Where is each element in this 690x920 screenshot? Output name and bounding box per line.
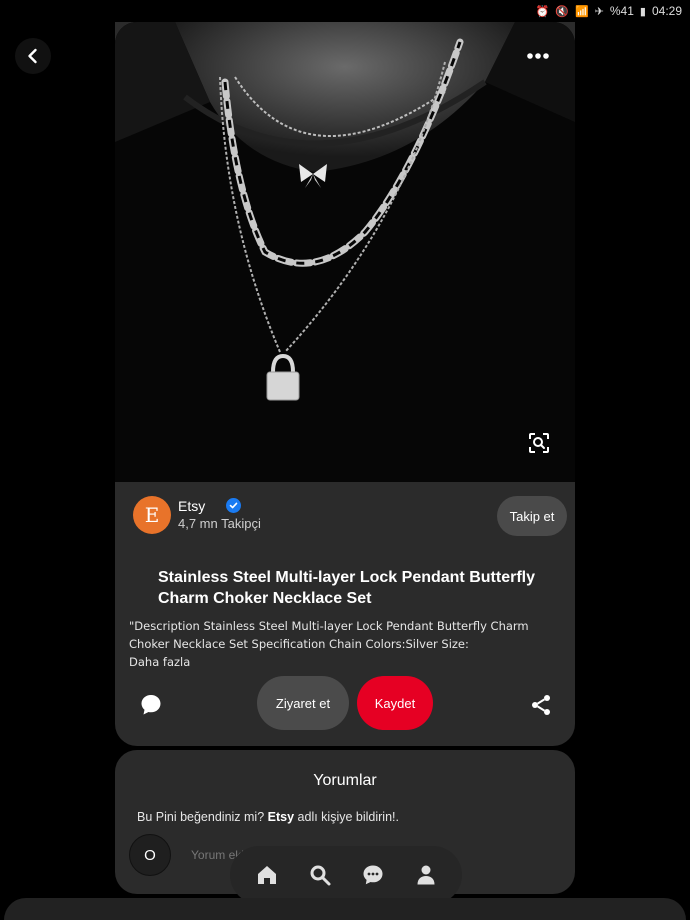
verified-icon — [226, 498, 241, 513]
more-options-button[interactable] — [520, 38, 556, 74]
comments-prompt: Bu Pini beğendiniz mi? Etsy adlı kişiye … — [137, 810, 399, 824]
share-icon — [532, 695, 550, 715]
nav-profile[interactable] — [406, 855, 446, 895]
battery-percent: %41 — [609, 4, 634, 18]
more-dots-icon — [527, 53, 549, 59]
nav-messages[interactable] — [353, 855, 393, 895]
nav-home[interactable] — [247, 855, 287, 895]
alarm-icon: ⏰ — [535, 5, 550, 18]
messages-icon — [363, 865, 382, 885]
search-icon — [310, 865, 330, 886]
creator-row: E Etsy 4,7 mn Takipçi Takip et — [133, 494, 567, 538]
comment-button[interactable] — [135, 689, 167, 721]
necklace-photo — [115, 22, 575, 482]
pin-description: "Description Stainless Steel Multi-layer… — [129, 617, 559, 671]
comments-prompt-prefix: Bu Pini beğendiniz mi? — [137, 810, 265, 824]
save-button[interactable]: Kaydet — [357, 676, 433, 730]
visit-button[interactable]: Ziyaret et — [257, 676, 349, 730]
comments-prompt-suffix: adlı kişiye bildirin!. — [297, 810, 399, 824]
comments-title: Yorumlar — [313, 772, 377, 789]
comment-bubble-icon — [141, 695, 161, 715]
comments-prompt-brand: Etsy — [267, 810, 295, 824]
share-button[interactable] — [525, 689, 557, 721]
more-link[interactable]: Daha fazla — [129, 655, 190, 669]
bottom-nav — [230, 846, 462, 904]
follow-button[interactable]: Takip et — [497, 496, 567, 536]
home-icon — [257, 866, 276, 884]
bottom-sheet[interactable] — [4, 898, 686, 920]
mute-icon: 🔇 — [555, 5, 569, 18]
chevron-left-icon — [28, 48, 37, 64]
follower-count: 4,7 mn Takipçi — [178, 516, 261, 531]
status-bar: ⏰ 🔇 📶 ✈ %41 ▮ 04:29 — [0, 0, 690, 22]
visual-search-icon — [529, 433, 549, 453]
pin-description-text: "Description Stainless Steel Multi-layer… — [129, 619, 529, 651]
clock: 04:29 — [651, 4, 682, 18]
visual-search-button[interactable] — [523, 427, 555, 459]
pin-image[interactable] — [115, 22, 575, 482]
wifi-icon: 📶 — [574, 5, 589, 18]
airplane-icon: ✈ — [594, 5, 604, 18]
user-avatar[interactable]: O — [129, 834, 171, 876]
creator-avatar[interactable]: E — [133, 496, 171, 534]
profile-icon — [417, 865, 434, 885]
back-button[interactable] — [15, 38, 51, 74]
creator-name[interactable]: Etsy — [178, 498, 205, 514]
nav-search[interactable] — [300, 855, 340, 895]
battery-icon: ▮ — [639, 5, 646, 18]
pin-title: Stainless Steel Multi-layer Lock Pendant… — [158, 569, 535, 607]
pin-card: E Etsy 4,7 mn Takipçi Takip et Stainless… — [115, 22, 575, 746]
